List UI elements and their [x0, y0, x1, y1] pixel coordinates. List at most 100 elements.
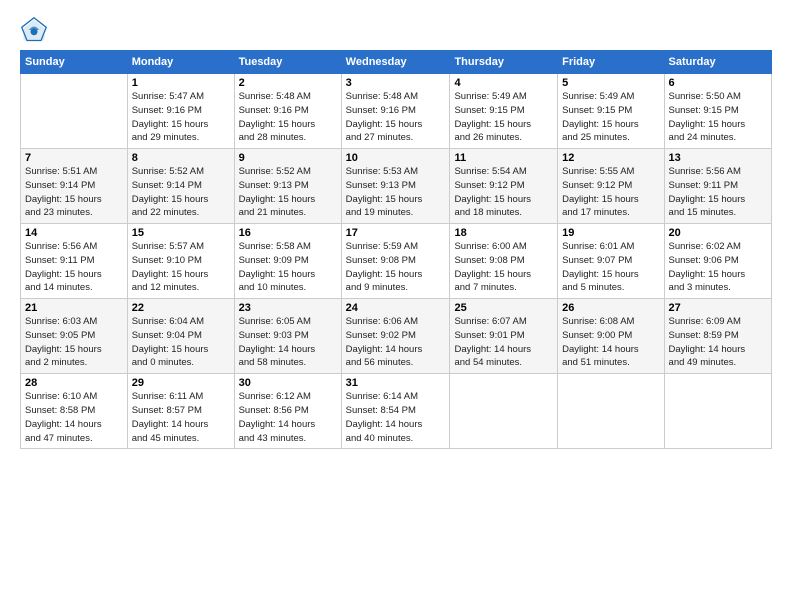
day-number: 6 [669, 77, 767, 89]
day-info: Sunrise: 6:06 AM Sunset: 9:02 PM Dayligh… [346, 315, 446, 370]
calendar-week-2: 7Sunrise: 5:51 AM Sunset: 9:14 PM Daylig… [21, 149, 772, 224]
day-number: 8 [132, 152, 230, 164]
calendar-cell: 29Sunrise: 6:11 AM Sunset: 8:57 PM Dayli… [127, 374, 234, 449]
day-number: 28 [25, 377, 123, 389]
calendar-cell: 13Sunrise: 5:56 AM Sunset: 9:11 PM Dayli… [664, 149, 771, 224]
calendar-cell [450, 374, 558, 449]
calendar-week-1: 1Sunrise: 5:47 AM Sunset: 9:16 PM Daylig… [21, 74, 772, 149]
day-number: 4 [454, 77, 553, 89]
day-number: 14 [25, 227, 123, 239]
day-number: 18 [454, 227, 553, 239]
calendar-cell: 21Sunrise: 6:03 AM Sunset: 9:05 PM Dayli… [21, 299, 128, 374]
day-info: Sunrise: 6:08 AM Sunset: 9:00 PM Dayligh… [562, 315, 659, 370]
day-info: Sunrise: 6:05 AM Sunset: 9:03 PM Dayligh… [239, 315, 337, 370]
day-number: 23 [239, 302, 337, 314]
day-header-saturday: Saturday [664, 51, 771, 74]
day-info: Sunrise: 6:02 AM Sunset: 9:06 PM Dayligh… [669, 240, 767, 295]
calendar-cell: 4Sunrise: 5:49 AM Sunset: 9:15 PM Daylig… [450, 74, 558, 149]
day-number: 16 [239, 227, 337, 239]
calendar-cell: 12Sunrise: 5:55 AM Sunset: 9:12 PM Dayli… [558, 149, 664, 224]
day-number: 7 [25, 152, 123, 164]
calendar-cell: 18Sunrise: 6:00 AM Sunset: 9:08 PM Dayli… [450, 224, 558, 299]
day-number: 2 [239, 77, 337, 89]
day-header-monday: Monday [127, 51, 234, 74]
day-number: 29 [132, 377, 230, 389]
day-info: Sunrise: 5:56 AM Sunset: 9:11 PM Dayligh… [669, 165, 767, 220]
day-info: Sunrise: 5:48 AM Sunset: 9:16 PM Dayligh… [239, 90, 337, 145]
calendar-cell: 3Sunrise: 5:48 AM Sunset: 9:16 PM Daylig… [341, 74, 450, 149]
page: SundayMondayTuesdayWednesdayThursdayFrid… [0, 0, 792, 612]
calendar-cell [21, 74, 128, 149]
calendar-cell: 7Sunrise: 5:51 AM Sunset: 9:14 PM Daylig… [21, 149, 128, 224]
calendar-cell: 30Sunrise: 6:12 AM Sunset: 8:56 PM Dayli… [234, 374, 341, 449]
day-info: Sunrise: 6:12 AM Sunset: 8:56 PM Dayligh… [239, 390, 337, 445]
day-number: 10 [346, 152, 446, 164]
day-info: Sunrise: 5:49 AM Sunset: 9:15 PM Dayligh… [562, 90, 659, 145]
day-number: 15 [132, 227, 230, 239]
calendar-cell: 28Sunrise: 6:10 AM Sunset: 8:58 PM Dayli… [21, 374, 128, 449]
day-info: Sunrise: 5:50 AM Sunset: 9:15 PM Dayligh… [669, 90, 767, 145]
day-info: Sunrise: 5:49 AM Sunset: 9:15 PM Dayligh… [454, 90, 553, 145]
day-info: Sunrise: 6:09 AM Sunset: 8:59 PM Dayligh… [669, 315, 767, 370]
day-header-tuesday: Tuesday [234, 51, 341, 74]
calendar-week-4: 21Sunrise: 6:03 AM Sunset: 9:05 PM Dayli… [21, 299, 772, 374]
day-number: 24 [346, 302, 446, 314]
day-number: 30 [239, 377, 337, 389]
day-header-thursday: Thursday [450, 51, 558, 74]
day-header-friday: Friday [558, 51, 664, 74]
day-info: Sunrise: 6:07 AM Sunset: 9:01 PM Dayligh… [454, 315, 553, 370]
calendar-cell: 22Sunrise: 6:04 AM Sunset: 9:04 PM Dayli… [127, 299, 234, 374]
day-info: Sunrise: 6:03 AM Sunset: 9:05 PM Dayligh… [25, 315, 123, 370]
calendar-cell: 10Sunrise: 5:53 AM Sunset: 9:13 PM Dayli… [341, 149, 450, 224]
calendar-table: SundayMondayTuesdayWednesdayThursdayFrid… [20, 50, 772, 449]
day-info: Sunrise: 5:56 AM Sunset: 9:11 PM Dayligh… [25, 240, 123, 295]
calendar-cell: 11Sunrise: 5:54 AM Sunset: 9:12 PM Dayli… [450, 149, 558, 224]
calendar-cell: 24Sunrise: 6:06 AM Sunset: 9:02 PM Dayli… [341, 299, 450, 374]
day-number: 26 [562, 302, 659, 314]
day-header-wednesday: Wednesday [341, 51, 450, 74]
calendar-cell: 17Sunrise: 5:59 AM Sunset: 9:08 PM Dayli… [341, 224, 450, 299]
calendar-week-3: 14Sunrise: 5:56 AM Sunset: 9:11 PM Dayli… [21, 224, 772, 299]
day-number: 21 [25, 302, 123, 314]
day-number: 3 [346, 77, 446, 89]
logo-icon [20, 16, 48, 44]
day-info: Sunrise: 6:01 AM Sunset: 9:07 PM Dayligh… [562, 240, 659, 295]
day-info: Sunrise: 5:59 AM Sunset: 9:08 PM Dayligh… [346, 240, 446, 295]
calendar-cell: 9Sunrise: 5:52 AM Sunset: 9:13 PM Daylig… [234, 149, 341, 224]
day-number: 25 [454, 302, 553, 314]
calendar-cell: 15Sunrise: 5:57 AM Sunset: 9:10 PM Dayli… [127, 224, 234, 299]
day-info: Sunrise: 5:55 AM Sunset: 9:12 PM Dayligh… [562, 165, 659, 220]
calendar-cell: 14Sunrise: 5:56 AM Sunset: 9:11 PM Dayli… [21, 224, 128, 299]
day-info: Sunrise: 5:52 AM Sunset: 9:14 PM Dayligh… [132, 165, 230, 220]
calendar-cell: 26Sunrise: 6:08 AM Sunset: 9:00 PM Dayli… [558, 299, 664, 374]
day-info: Sunrise: 6:11 AM Sunset: 8:57 PM Dayligh… [132, 390, 230, 445]
day-number: 12 [562, 152, 659, 164]
day-info: Sunrise: 5:54 AM Sunset: 9:12 PM Dayligh… [454, 165, 553, 220]
calendar-cell: 8Sunrise: 5:52 AM Sunset: 9:14 PM Daylig… [127, 149, 234, 224]
day-number: 27 [669, 302, 767, 314]
calendar-cell: 16Sunrise: 5:58 AM Sunset: 9:09 PM Dayli… [234, 224, 341, 299]
day-header-sunday: Sunday [21, 51, 128, 74]
calendar-cell: 19Sunrise: 6:01 AM Sunset: 9:07 PM Dayli… [558, 224, 664, 299]
calendar-cell: 20Sunrise: 6:02 AM Sunset: 9:06 PM Dayli… [664, 224, 771, 299]
day-info: Sunrise: 5:58 AM Sunset: 9:09 PM Dayligh… [239, 240, 337, 295]
calendar-cell [664, 374, 771, 449]
calendar-cell: 27Sunrise: 6:09 AM Sunset: 8:59 PM Dayli… [664, 299, 771, 374]
day-info: Sunrise: 6:04 AM Sunset: 9:04 PM Dayligh… [132, 315, 230, 370]
day-number: 22 [132, 302, 230, 314]
day-info: Sunrise: 5:53 AM Sunset: 9:13 PM Dayligh… [346, 165, 446, 220]
header [20, 16, 772, 44]
calendar-cell: 23Sunrise: 6:05 AM Sunset: 9:03 PM Dayli… [234, 299, 341, 374]
day-info: Sunrise: 5:47 AM Sunset: 9:16 PM Dayligh… [132, 90, 230, 145]
day-number: 1 [132, 77, 230, 89]
day-number: 31 [346, 377, 446, 389]
calendar-cell: 2Sunrise: 5:48 AM Sunset: 9:16 PM Daylig… [234, 74, 341, 149]
day-info: Sunrise: 5:57 AM Sunset: 9:10 PM Dayligh… [132, 240, 230, 295]
day-number: 17 [346, 227, 446, 239]
day-number: 5 [562, 77, 659, 89]
day-info: Sunrise: 5:48 AM Sunset: 9:16 PM Dayligh… [346, 90, 446, 145]
calendar-week-5: 28Sunrise: 6:10 AM Sunset: 8:58 PM Dayli… [21, 374, 772, 449]
day-info: Sunrise: 6:10 AM Sunset: 8:58 PM Dayligh… [25, 390, 123, 445]
calendar-cell: 6Sunrise: 5:50 AM Sunset: 9:15 PM Daylig… [664, 74, 771, 149]
calendar-cell: 31Sunrise: 6:14 AM Sunset: 8:54 PM Dayli… [341, 374, 450, 449]
